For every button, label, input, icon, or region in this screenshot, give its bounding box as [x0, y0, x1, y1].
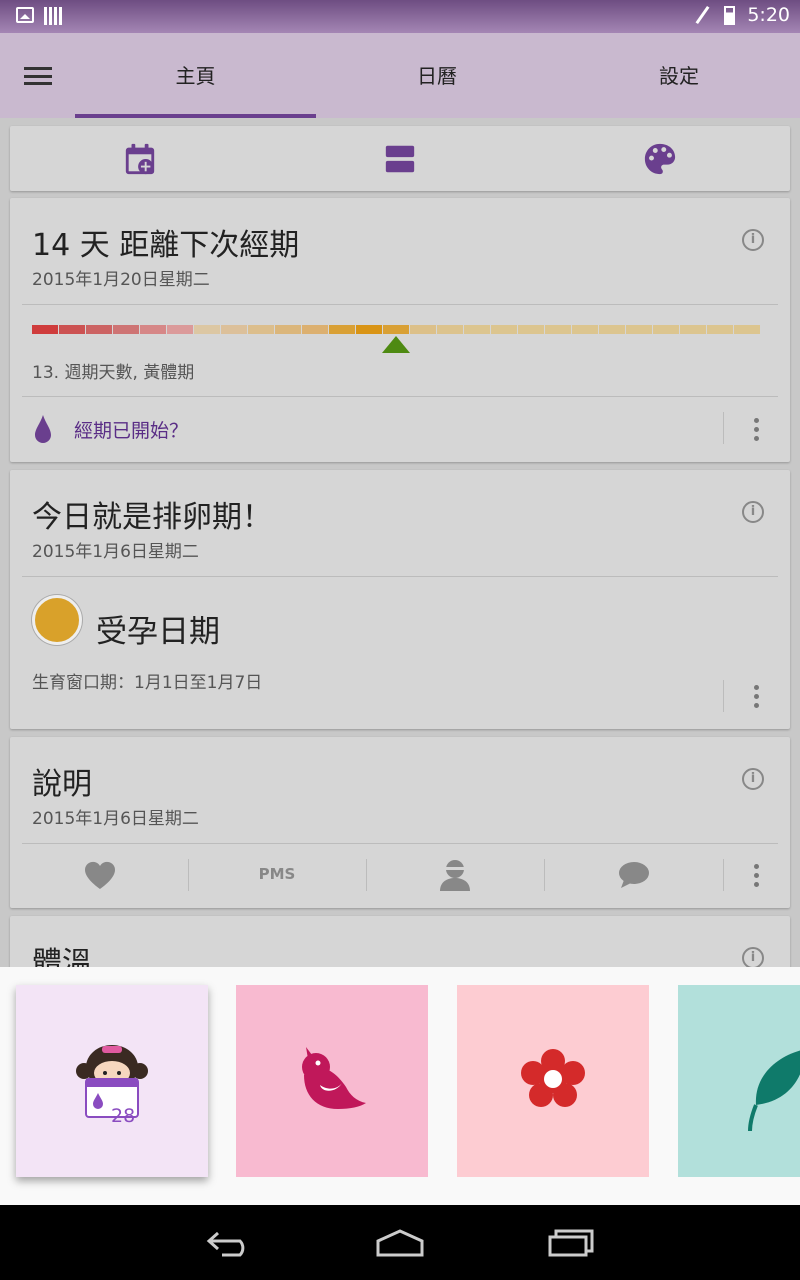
cycle-day-segment — [113, 325, 139, 334]
info-icon[interactable]: i — [742, 768, 764, 790]
next-period-title: 14 天 距離下次經期 — [32, 228, 300, 263]
theme-option-leaf[interactable] — [678, 985, 800, 1177]
cycle-day-segment — [545, 325, 571, 334]
view-agenda-icon[interactable] — [382, 142, 418, 176]
cycle-day-segment — [572, 325, 598, 334]
cycle-day-segment — [302, 325, 328, 334]
cycle-day-segment — [167, 325, 193, 334]
barcode-notification-icon — [44, 7, 62, 25]
chat-icon[interactable] — [617, 860, 651, 890]
cycle-day-segment — [599, 325, 625, 334]
tab-calendar[interactable]: 日曆 — [316, 33, 558, 118]
notes-date: 2015年1月6日星期二 — [32, 809, 199, 829]
ovulation-date: 2015年1月6日星期二 — [32, 542, 199, 562]
menu-icon[interactable] — [24, 67, 52, 85]
cycle-day-segment — [221, 325, 247, 334]
divider — [22, 843, 778, 844]
battery-icon — [724, 5, 736, 25]
info-icon[interactable]: i — [742, 229, 764, 251]
cycle-day-segment — [86, 325, 112, 334]
cycle-day-segment — [194, 325, 220, 334]
more-options-icon[interactable] — [754, 864, 759, 887]
system-nav-bar — [0, 1205, 800, 1280]
divider — [22, 396, 778, 397]
cycle-day-segment — [707, 325, 733, 334]
vertical-divider — [723, 412, 724, 444]
theme-picker-sheet: 28 — [0, 967, 800, 1205]
pms-button[interactable]: PMS — [188, 865, 366, 883]
bird-icon — [302, 1047, 366, 1109]
back-icon[interactable] — [206, 1229, 254, 1257]
divider — [22, 576, 778, 577]
cycle-day-segment — [329, 325, 355, 334]
tab-settings[interactable]: 設定 — [558, 33, 800, 118]
vertical-divider — [544, 859, 545, 891]
vertical-divider — [723, 859, 724, 891]
period-started-label: 經期已開始？ — [74, 419, 189, 442]
next-period-card: 14 天 距離下次經期 2015年1月20日星期二 i 13. 週期天數, 黃體… — [10, 198, 790, 462]
cycle-day-segment — [653, 325, 679, 334]
tab-indicator — [75, 114, 316, 118]
more-options-icon[interactable] — [754, 685, 759, 708]
recent-apps-icon[interactable] — [548, 1229, 596, 1257]
leaf-icon — [748, 1050, 800, 1132]
home-icon[interactable] — [375, 1229, 425, 1257]
person-icon[interactable] — [438, 859, 472, 891]
cycle-day-segment — [410, 325, 436, 334]
heart-icon[interactable] — [83, 860, 117, 890]
status-bar: 5:20 — [0, 0, 800, 33]
period-started-button[interactable]: 經期已開始？ — [32, 414, 188, 444]
more-options-icon[interactable] — [754, 418, 759, 441]
app-logo-number: 28 — [111, 1105, 136, 1127]
fertility-status-icon — [32, 595, 82, 645]
image-notification-icon — [16, 7, 34, 23]
next-period-date: 2015年1月20日星期二 — [32, 270, 210, 290]
notes-title: 說明 — [32, 767, 92, 802]
cycle-day-segment — [383, 325, 409, 334]
cycle-day-segment — [59, 325, 85, 334]
ovulation-title: 今日就是排卵期！ — [32, 500, 272, 535]
info-icon[interactable]: i — [742, 501, 764, 523]
cycle-day-segment — [464, 325, 490, 334]
palette-icon[interactable] — [642, 142, 678, 176]
app-bar: 主頁 日曆 設定 — [0, 33, 800, 118]
flower-icon — [521, 1049, 585, 1107]
cycle-day-segment — [140, 325, 166, 334]
notes-card: 說明 2015年1月6日星期二 i PMS — [10, 737, 790, 908]
fertile-window-text: 生育窗口期：1月1日至1月7日 — [32, 673, 263, 693]
cycle-day-segment — [734, 325, 760, 334]
fertility-status-text: 受孕日期 — [96, 614, 220, 650]
cycle-day-segment — [491, 325, 517, 334]
cycle-day-segment — [275, 325, 301, 334]
cycle-day-segment — [248, 325, 274, 334]
cycle-day-segment — [32, 325, 58, 334]
cycle-day-segment — [437, 325, 463, 334]
cycle-day-segment — [518, 325, 544, 334]
divider — [22, 304, 778, 305]
current-day-marker — [382, 336, 410, 353]
drop-icon — [35, 415, 51, 443]
theme-option-bird[interactable] — [236, 985, 428, 1177]
cycle-day-segment — [356, 325, 382, 334]
tab-home[interactable]: 主頁 — [75, 33, 316, 118]
ovulation-card: 今日就是排卵期！ 2015年1月6日星期二 i 受孕日期 生育窗口期：1月1日至… — [10, 470, 790, 729]
info-icon[interactable]: i — [742, 947, 764, 969]
cycle-day-segment — [680, 325, 706, 334]
calendar-add-icon[interactable] — [122, 142, 158, 176]
vertical-divider — [723, 680, 724, 712]
cycle-progress-bar — [32, 325, 760, 334]
cycle-info-text: 13. 週期天數, 黃體期 — [32, 363, 195, 383]
theme-option-flower[interactable] — [457, 985, 649, 1177]
vertical-divider — [366, 859, 367, 891]
status-time: 5:20 — [747, 4, 790, 26]
theme-option-app-logo[interactable]: 28 — [16, 985, 208, 1177]
mute-icon — [692, 5, 712, 25]
quick-actions-card — [10, 126, 790, 191]
cycle-day-segment — [626, 325, 652, 334]
